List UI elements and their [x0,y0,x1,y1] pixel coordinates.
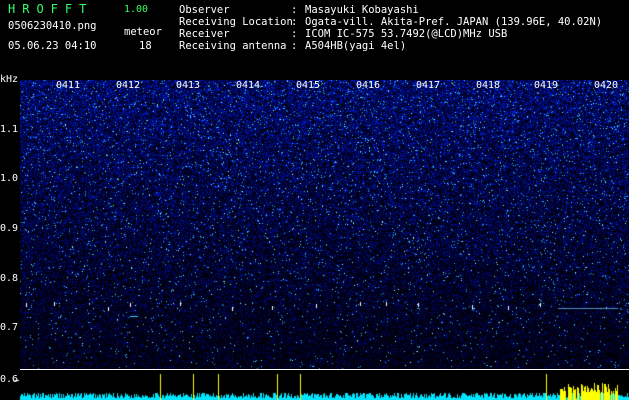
y-tick-label: 0.9 [0,223,19,234]
x-tick-label: 0416 [356,80,381,91]
x-tick-label: 0418 [476,80,501,91]
receiver-value: ICOM IC-575 53.7492(@LCD)MHz USB [305,28,508,40]
y-tick-label: 0.8 [0,273,19,284]
antenna-label: Receiving antenna [179,40,287,52]
x-tick-label: 0415 [296,80,321,91]
date-time: 05.06.23 04:10 [8,40,97,52]
location-label: Receiving Location [179,16,293,28]
location-value: Ogata-vill. Akita-Pref. JAPAN (139.96E, … [305,16,603,28]
y-tick-label: 0.6 [0,374,19,385]
y-tick-label: 1.0 [0,173,19,184]
antenna-value: A504HB(yagi 4el) [305,40,407,52]
meteor-count: 18 [139,40,152,52]
info-colon: : [291,28,298,40]
header-panel: HROFFT 1.00 0506230410.png 05.06.23 04:1… [0,0,629,80]
level-analyzer-canvas [0,370,629,400]
observer-value: Masayuki Kobayashi [305,4,419,16]
y-axis-unit: kHz [0,74,19,85]
x-tick-label: 0417 [416,80,441,91]
y-tick-label: 0.7 [0,322,19,333]
x-tick-label: 0419 [534,80,559,91]
file-name: 0506230410.png [8,20,97,32]
info-colon: : [291,4,298,16]
x-tick-label: 0414 [236,80,261,91]
meteor-label: meteor [124,26,162,38]
x-tick-label: 0420 [594,80,619,91]
receiver-label: Receiver [179,28,230,40]
observer-label: Observer [179,4,230,16]
info-colon: : [291,16,298,28]
x-tick-label: 0412 [116,80,141,91]
info-colon: : [291,40,298,52]
x-tick-label: 0413 [176,80,201,91]
analyzer-divider [20,369,629,370]
app-title: HROFFT [8,2,94,16]
y-tick-label: 1.1 [0,124,19,135]
spectrogram-canvas [20,80,629,370]
app-version: 1.00 [124,4,149,15]
x-tick-label: 0411 [56,80,81,91]
